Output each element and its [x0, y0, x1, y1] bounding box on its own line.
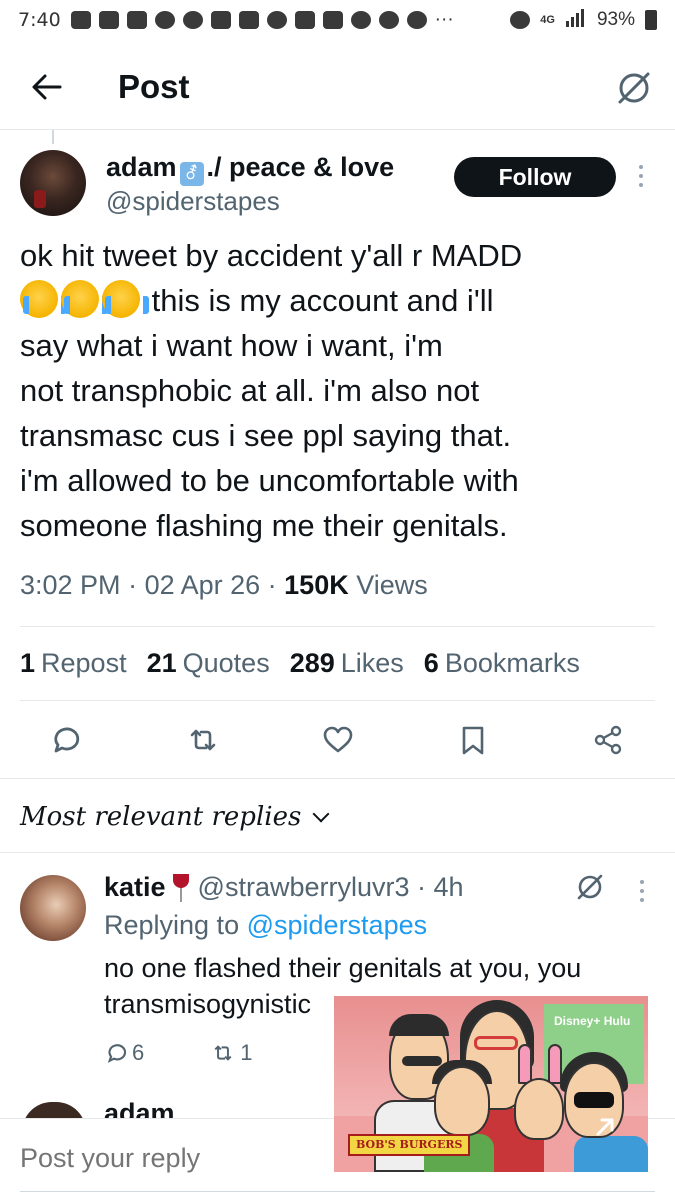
show-logo: BOB'S BURGERS	[348, 1134, 471, 1156]
notification-icons: ···	[70, 9, 454, 31]
more-notifications-icon: ···	[434, 9, 454, 30]
alarm-icon	[510, 11, 531, 29]
tweet-meta: 3:02 PM · 02 Apr 26 · 150K Views	[20, 570, 428, 600]
divider	[20, 700, 655, 701]
author-name[interactable]: adam ⚦ ./ peace & love	[106, 152, 394, 186]
tweet-line: not transphobic at all. i'm also not	[20, 373, 480, 408]
tweet-time: 3:02 PM	[20, 570, 121, 600]
folder-icon	[322, 11, 343, 29]
back-arrow-icon[interactable]	[30, 70, 64, 104]
alarm-icon	[378, 11, 399, 29]
reply-author[interactable]: katie @strawberryluvr3 · 4h	[104, 872, 464, 903]
repost-icon[interactable]	[186, 723, 220, 757]
page-title: Post	[118, 68, 190, 105]
loudly-crying-emoji-icon	[61, 280, 108, 318]
grok-icon[interactable]	[616, 70, 652, 106]
author-avatar[interactable]	[20, 150, 86, 216]
alarm-off-icon	[294, 11, 315, 29]
tweet-line: i'm allowed to be uncomfortable with	[20, 463, 519, 498]
reply-reply-action[interactable]: 6	[104, 1040, 144, 1066]
channel-logo: Disney+ Hulu	[554, 1014, 631, 1028]
replying-to: Replying to @spiderstapes	[104, 910, 428, 940]
character-body	[574, 1136, 648, 1172]
tweet-line: say what i want how i want, i'm	[20, 328, 443, 363]
replies-sort-dropdown[interactable]: Most relevant replies	[20, 802, 330, 832]
grok-icon[interactable]	[576, 873, 604, 901]
reply-avatar[interactable]	[20, 875, 86, 941]
author-handle[interactable]: @spiderstapes	[106, 186, 280, 217]
loudly-crying-emoji-icon	[102, 280, 149, 318]
divider	[0, 778, 675, 779]
share-icon[interactable]	[591, 723, 625, 757]
gamepad-icon	[70, 11, 91, 29]
gamepad-icon	[98, 11, 119, 29]
reposts-stat[interactable]: 1 Repost	[20, 648, 127, 679]
spotify-icon	[350, 11, 371, 29]
signal-app-icon	[154, 11, 175, 29]
reply-actions: 6 1	[104, 1040, 253, 1066]
bookmarks-stat[interactable]: 6 Bookmarks	[424, 648, 580, 679]
reply-icon	[107, 1044, 127, 1063]
message-icon	[210, 11, 231, 29]
character-face	[434, 1066, 490, 1136]
status-right: 4G 93%	[510, 7, 657, 33]
top-bar: Post	[0, 48, 675, 130]
tweet-line-emoji: this is my account and i'll	[20, 278, 640, 323]
loudly-crying-emoji-icon	[20, 280, 67, 318]
account-icon	[266, 11, 287, 29]
tweet-line: someone flashing me their genitals.	[20, 508, 508, 543]
bookmark-icon[interactable]	[456, 723, 490, 757]
wine-glass-emoji-icon	[172, 874, 190, 902]
reply-more-options-icon[interactable]	[637, 880, 647, 906]
tweet-line: ok hit tweet by accident y'all r MADD	[20, 238, 523, 273]
quotes-stat[interactable]: 21 Quotes	[147, 648, 270, 679]
gamepad-icon	[126, 11, 147, 29]
like-icon[interactable]	[321, 723, 355, 757]
chevron-down-icon	[312, 805, 330, 823]
expand-icon[interactable]	[592, 1114, 618, 1140]
next-reply-author[interactable]: adam	[104, 1098, 175, 1118]
follow-button[interactable]: Follow	[454, 157, 616, 197]
tweet-text: ok hit tweet by accident y'all r MADD th…	[20, 233, 640, 548]
battery-percent: 93%	[596, 9, 635, 30]
replying-to-link[interactable]: @spiderstapes	[247, 910, 428, 940]
moon-icon	[406, 11, 427, 29]
status-time: 7:40	[18, 9, 61, 31]
reply-input[interactable]	[20, 1143, 320, 1174]
tweet-stats: 1 Repost 21 Quotes 289 Likes 6 Bookmarks	[20, 648, 580, 679]
divider	[20, 626, 655, 627]
input-underline	[20, 1191, 655, 1192]
status-bar: 7:40 ··· 4G 93%	[0, 0, 675, 40]
whatsapp-icon	[182, 11, 203, 29]
transgender-symbol-icon: ⚦	[179, 162, 204, 186]
views-count: 150K	[284, 570, 349, 600]
thread-line	[52, 130, 54, 144]
repost-icon	[214, 1045, 232, 1061]
network-type: 4G	[540, 14, 555, 26]
signal-strength-icon	[565, 7, 587, 33]
more-options-icon[interactable]	[636, 165, 646, 191]
likes-stat[interactable]: 289 Likes	[290, 648, 404, 679]
views-label: Views	[356, 570, 428, 600]
voicemail-icon	[238, 11, 259, 29]
picture-in-picture-video[interactable]: Disney+ Hulu BOB'S BURGERS	[334, 996, 648, 1172]
tweet-date: 02 Apr 26	[144, 570, 261, 600]
reply-icon[interactable]	[48, 723, 82, 757]
divider	[0, 852, 675, 853]
battery-icon	[645, 10, 657, 30]
tweet-line: transmasc cus i see ppl saying that.	[20, 418, 512, 453]
character-face	[514, 1078, 564, 1140]
reply-repost-action[interactable]: 1	[210, 1040, 253, 1066]
